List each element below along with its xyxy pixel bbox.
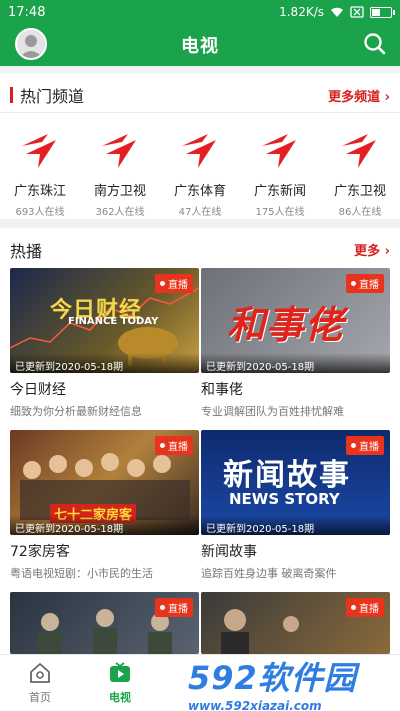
updated-label: 已更新到2020-05-18期: [10, 353, 199, 373]
channel-item[interactable]: 广东体育 47人在线: [160, 118, 240, 218]
channel-viewers: 175人在线: [255, 207, 305, 218]
page-title: 电视: [181, 36, 219, 57]
avatar[interactable]: [15, 28, 47, 60]
channel-viewers: 47人在线: [178, 207, 222, 218]
tab-label: 首页: [29, 691, 51, 704]
watermark-url: www.592xiazai.com: [188, 699, 322, 711]
channel-name: 广东新闻: [253, 184, 306, 199]
program-thumbnail: 直播: [10, 592, 199, 654]
channel-name: 广东卫视: [333, 184, 386, 199]
updated-label: 已更新到2020-05-18期: [10, 515, 199, 535]
divider: [0, 112, 400, 113]
gdtv-logo-icon: [342, 134, 376, 168]
thumb-title: 新闻故事: [223, 458, 351, 493]
program-thumbnail: 和事佬 直播 已更新到2020-05-18期: [201, 268, 390, 373]
program-card[interactable]: 新闻故事 NEWS STORY 直播 已更新到2020-05-18期 新闻故事 …: [201, 430, 390, 581]
gdtv-logo-icon: [182, 134, 216, 168]
status-time: 17:48: [8, 4, 46, 20]
program-card[interactable]: 直播: [201, 592, 390, 654]
program-title: 今日财经: [10, 382, 66, 398]
gdtv-logo-icon: [22, 134, 56, 168]
channel-viewers: 86人在线: [338, 207, 382, 218]
sim-off-icon: [350, 6, 364, 18]
tab-home[interactable]: 首页: [0, 655, 80, 711]
hot-play-title: 热播: [10, 242, 43, 261]
channel-item[interactable]: 南方卫视 362人在线: [80, 118, 160, 218]
channel-item[interactable]: 广东新闻 175人在线: [240, 118, 320, 218]
network-speed: 1.82K/s: [279, 5, 324, 19]
hot-channels-title: 热门频道: [20, 87, 85, 106]
thumb-subtitle: NEWS STORY: [229, 490, 340, 508]
gdtv-logo-icon: [102, 134, 136, 168]
program-title: 新闻故事: [201, 544, 257, 560]
program-thumbnail: 新闻故事 NEWS STORY 直播 已更新到2020-05-18期: [201, 430, 390, 535]
watermark-brand: 592软件园: [188, 659, 357, 697]
program-description: 粤语电视短剧：小市民的生活: [10, 567, 153, 580]
tv-play-icon: [110, 662, 130, 682]
program-thumbnail: 今日财经 FINANCE TODAY 直播 已更新到2020-05-18期: [10, 268, 199, 373]
live-badge: 直播: [346, 598, 384, 617]
updated-label: 已更新到2020-05-18期: [201, 353, 390, 373]
program-title: 和事佬: [201, 382, 243, 398]
program-card[interactable]: 直播: [10, 592, 199, 654]
hot-play-section: 热播 更多 › 今日财经 FINANCE TODAY 直播 已更新到2020-0…: [0, 228, 400, 654]
live-badge: 直播: [346, 274, 384, 293]
live-badge: 直播: [155, 274, 193, 293]
thumb-subtitle: FINANCE TODAY: [68, 316, 159, 327]
program-description: 追踪百姓身边事 破离奇案件: [201, 567, 337, 580]
updated-label: 已更新到2020-05-18期: [201, 515, 390, 535]
program-card[interactable]: 和事佬 直播 已更新到2020-05-18期 和事佬 专业调解团队为百姓排忧解难: [201, 268, 390, 419]
hot-channels-header: 热门频道 更多频道 ›: [0, 77, 400, 113]
channel-name: 广东珠江: [13, 184, 66, 199]
app-bar: 电视: [0, 24, 400, 66]
wifi-icon: [331, 7, 343, 17]
channel-item[interactable]: 广东卫视 86人在线: [320, 118, 400, 218]
user-avatar-icon: [17, 30, 45, 58]
live-badge: 直播: [155, 436, 193, 455]
program-description: 细致为你分析最新财经信息: [10, 405, 142, 418]
more-hot-link[interactable]: 更多 ›: [354, 240, 390, 259]
program-thumbnail: 七十二家房客 直播 已更新到2020-05-18期: [10, 430, 199, 535]
tab-label: 电视: [109, 691, 131, 704]
thumb-title: 和事佬: [227, 303, 345, 347]
status-bar: 17:48 1.82K/s: [0, 0, 400, 24]
program-description: 专业调解团队为百姓排忧解难: [201, 405, 344, 418]
hot-channels-section: 热门频道 更多频道 › 广东珠江 693人在线 南方卫视 362人在线 广东体育…: [0, 73, 400, 219]
channel-viewers: 362人在线: [95, 207, 145, 218]
section-marker: [10, 87, 13, 103]
channel-name: 广东体育: [173, 184, 226, 199]
channel-name: 南方卫视: [93, 184, 146, 199]
search-icon[interactable]: [362, 31, 388, 57]
program-card[interactable]: 今日财经 FINANCE TODAY 直播 已更新到2020-05-18期 今日…: [10, 268, 199, 419]
program-thumbnail: 直播: [201, 592, 390, 654]
more-channels-link[interactable]: 更多频道 ›: [328, 86, 390, 105]
channel-viewers: 693人在线: [15, 207, 65, 218]
program-card[interactable]: 七十二家房客 直播 已更新到2020-05-18期 72家房客 粤语电视短剧：小…: [10, 430, 199, 581]
gdtv-logo-icon: [262, 134, 296, 168]
live-badge: 直播: [155, 598, 193, 617]
channel-list: 广东珠江 693人在线 南方卫视 362人在线 广东体育 47人在线 广东新闻 …: [0, 118, 400, 218]
battery-icon: [370, 6, 395, 18]
live-badge: 直播: [346, 436, 384, 455]
home-icon: [30, 663, 50, 683]
watermark: 592软件园 www.592xiazai.com: [188, 653, 396, 711]
program-title: 72家房客: [10, 544, 70, 560]
tab-tv[interactable]: 电视: [80, 655, 160, 711]
channel-item[interactable]: 广东珠江 693人在线: [0, 118, 80, 218]
